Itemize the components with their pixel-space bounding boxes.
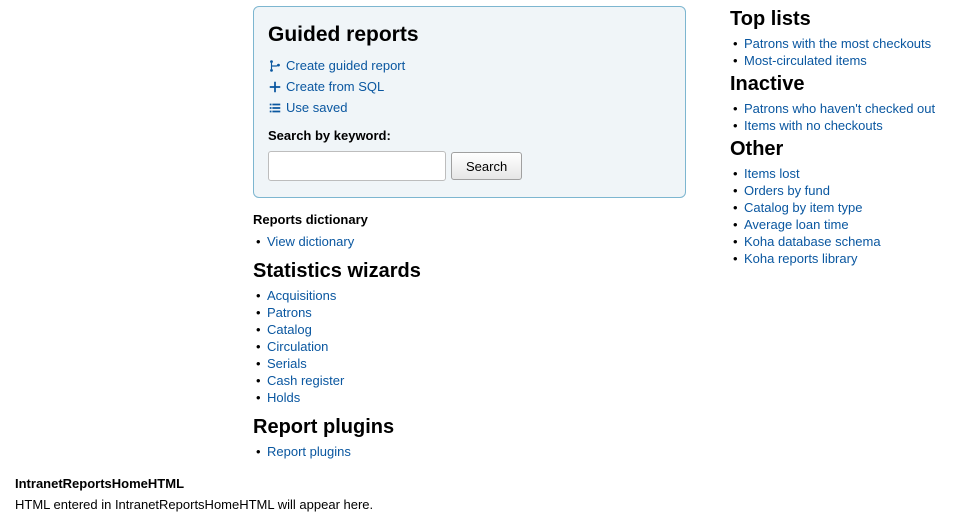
patrons-no-checkout-link[interactable]: Patrons who haven't checked out [744, 101, 935, 116]
reports-dictionary-heading: Reports dictionary [253, 212, 686, 227]
list-item: Patrons [267, 304, 686, 321]
inactive-list: Patrons who haven't checked out Items wi… [730, 100, 957, 134]
list-item: Koha database schema [744, 233, 957, 250]
other-heading: Other [730, 138, 957, 161]
patrons-link[interactable]: Patrons [267, 305, 312, 320]
list-item: Cash register [267, 372, 686, 389]
search-button[interactable]: Search [451, 152, 522, 180]
create-from-sql-label: Create from SQL [286, 79, 384, 94]
report-plugins-heading: Report plugins [253, 416, 686, 439]
use-saved-link[interactable]: Use saved [268, 97, 671, 118]
list-item: Most-circulated items [744, 52, 957, 69]
list-item: Koha reports library [744, 250, 957, 267]
circulation-link[interactable]: Circulation [267, 339, 328, 354]
holds-link[interactable]: Holds [267, 390, 300, 405]
koha-reports-library-link[interactable]: Koha reports library [744, 251, 857, 266]
list-item: Patrons with the most checkouts [744, 35, 957, 52]
list-item: Holds [267, 389, 686, 406]
use-saved-label: Use saved [286, 100, 347, 115]
most-circulated-items-link[interactable]: Most-circulated items [744, 53, 867, 68]
list-item: View dictionary [267, 233, 686, 250]
list-item: Items with no checkouts [744, 117, 957, 134]
create-guided-report-link[interactable]: Create guided report [268, 55, 671, 76]
list-item: Items lost [744, 165, 957, 182]
branch-icon [268, 59, 282, 73]
search-input[interactable] [268, 151, 446, 181]
serials-link[interactable]: Serials [267, 356, 307, 371]
guided-reports-title: Guided reports [268, 23, 671, 47]
create-from-sql-link[interactable]: Create from SQL [268, 76, 671, 97]
report-plugins-list: Report plugins [253, 443, 686, 460]
list-item: Report plugins [267, 443, 686, 460]
list-item: Patrons who haven't checked out [744, 100, 957, 117]
intranet-reports-home-html-heading: IntranetReportsHomeHTML [15, 476, 957, 491]
items-lost-link[interactable]: Items lost [744, 166, 800, 181]
acquisitions-link[interactable]: Acquisitions [267, 288, 336, 303]
create-guided-report-label: Create guided report [286, 58, 405, 73]
list-icon [268, 101, 282, 115]
intranet-reports-home-html-text: HTML entered in IntranetReportsHomeHTML … [15, 497, 957, 512]
other-list: Items lost Orders by fund Catalog by ite… [730, 165, 957, 267]
koha-db-schema-link[interactable]: Koha database schema [744, 234, 881, 249]
top-lists-heading: Top lists [730, 8, 957, 31]
report-plugins-link[interactable]: Report plugins [267, 444, 351, 459]
catalog-link[interactable]: Catalog [267, 322, 312, 337]
search-by-keyword-label: Search by keyword: [268, 128, 671, 143]
list-item: Circulation [267, 338, 686, 355]
statistics-wizards-heading: Statistics wizards [253, 260, 686, 283]
list-item: Average loan time [744, 216, 957, 233]
orders-by-fund-link[interactable]: Orders by fund [744, 183, 830, 198]
list-item: Serials [267, 355, 686, 372]
plus-icon [268, 80, 282, 94]
items-no-checkouts-link[interactable]: Items with no checkouts [744, 118, 883, 133]
view-dictionary-link[interactable]: View dictionary [267, 234, 354, 249]
top-lists-list: Patrons with the most checkouts Most-cir… [730, 35, 957, 69]
list-item: Orders by fund [744, 182, 957, 199]
statistics-wizards-list: Acquisitions Patrons Catalog Circulation… [253, 287, 686, 406]
catalog-by-item-type-link[interactable]: Catalog by item type [744, 200, 863, 215]
guided-reports-panel: Guided reports Create guided report Crea… [253, 6, 686, 198]
cash-register-link[interactable]: Cash register [267, 373, 344, 388]
intranet-reports-home-html-block: IntranetReportsHomeHTML HTML entered in … [0, 476, 957, 512]
reports-dictionary-list: View dictionary [253, 233, 686, 250]
list-item: Catalog [267, 321, 686, 338]
average-loan-time-link[interactable]: Average loan time [744, 217, 849, 232]
list-item: Catalog by item type [744, 199, 957, 216]
patrons-most-checkouts-link[interactable]: Patrons with the most checkouts [744, 36, 931, 51]
list-item: Acquisitions [267, 287, 686, 304]
inactive-heading: Inactive [730, 73, 957, 96]
